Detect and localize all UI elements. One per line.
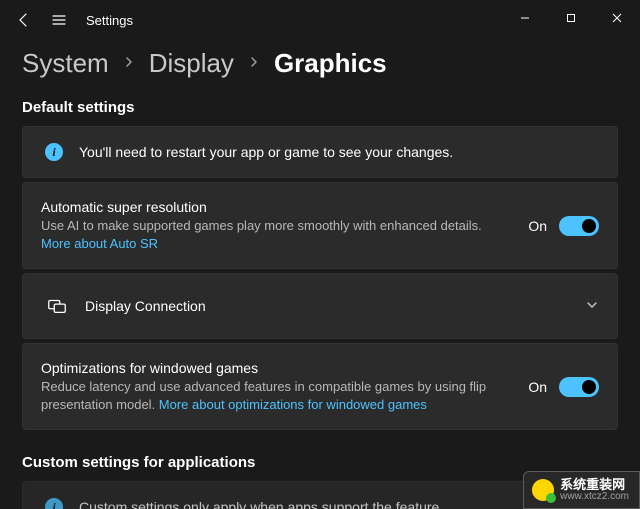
restart-notice-card: i You'll need to restart your app or gam… xyxy=(22,126,618,178)
asr-state-label: On xyxy=(528,218,547,234)
windowed-state-label: On xyxy=(528,379,547,395)
asr-title: Automatic super resolution xyxy=(41,199,512,215)
section-default-settings: Default settings xyxy=(0,93,640,126)
windowed-optimizations-card[interactable]: Optimizations for windowed games Reduce … xyxy=(22,343,618,430)
chevron-down-icon[interactable] xyxy=(585,298,599,315)
hamburger-icon[interactable] xyxy=(50,11,68,29)
window-title: Settings xyxy=(86,13,133,28)
auto-super-resolution-card[interactable]: Automatic super resolution Use AI to mak… xyxy=(22,182,618,269)
chevron-right-icon xyxy=(248,55,260,73)
info-icon: i xyxy=(45,143,63,161)
watermark-logo-icon xyxy=(532,479,554,501)
default-settings-list: i You'll need to restart your app or gam… xyxy=(0,126,640,430)
chevron-right-icon xyxy=(123,55,135,73)
minimize-button[interactable] xyxy=(502,2,548,34)
breadcrumb-graphics: Graphics xyxy=(274,48,387,79)
display-connection-card[interactable]: Display Connection xyxy=(22,273,618,339)
title-bar-left: Settings xyxy=(14,11,133,29)
asr-toggle[interactable] xyxy=(559,216,599,236)
maximize-button[interactable] xyxy=(548,2,594,34)
title-bar: Settings xyxy=(0,0,640,40)
breadcrumb-display[interactable]: Display xyxy=(149,48,234,79)
restart-notice-text: You'll need to restart your app or game … xyxy=(79,144,599,160)
watermark: 系统重装网 www.xtcz2.com xyxy=(523,471,640,509)
watermark-sub: www.xtcz2.com xyxy=(560,492,629,503)
asr-more-link[interactable]: More about Auto SR xyxy=(41,236,158,251)
asr-desc: Use AI to make supported games play more… xyxy=(41,217,512,252)
custom-notice-text: Custom settings only apply when apps sup… xyxy=(79,499,599,509)
info-icon: i xyxy=(45,498,63,509)
back-icon[interactable] xyxy=(14,11,32,29)
window-controls xyxy=(502,6,640,34)
watermark-main: 系统重装网 xyxy=(560,478,629,492)
display-connection-title: Display Connection xyxy=(85,298,569,314)
windowed-title: Optimizations for windowed games xyxy=(41,360,512,376)
breadcrumb-system[interactable]: System xyxy=(22,48,109,79)
display-connection-icon xyxy=(45,294,69,318)
windowed-toggle[interactable] xyxy=(559,377,599,397)
close-button[interactable] xyxy=(594,2,640,34)
windowed-more-link[interactable]: More about optimizations for windowed ga… xyxy=(159,397,427,412)
windowed-desc: Reduce latency and use advanced features… xyxy=(41,378,512,413)
breadcrumb: System Display Graphics xyxy=(0,40,640,93)
